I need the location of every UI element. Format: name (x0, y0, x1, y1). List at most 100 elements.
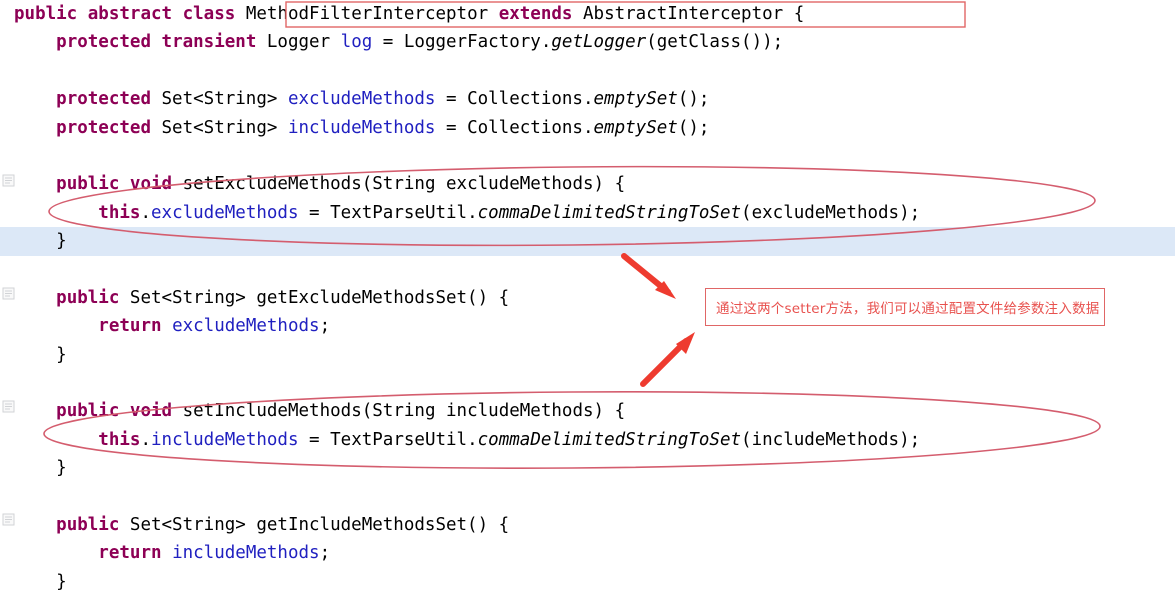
code-token-pln: = TextParseUtil. (298, 429, 478, 450)
code-token-fld: includeMethods (172, 543, 320, 564)
code-token-pln: ; (319, 543, 331, 564)
code-token-kw: public (56, 174, 120, 195)
gutter-method-marker-icon[interactable] (2, 511, 15, 526)
code-token-pln (162, 316, 173, 336)
code-token-pln (172, 4, 183, 24)
code-token-pln: } (14, 458, 67, 479)
code-line[interactable]: protected transient Logger log = LoggerF… (0, 28, 1175, 56)
code-token-kw: protected (56, 117, 151, 138)
code-token-pln (14, 174, 56, 194)
code-line[interactable] (0, 256, 1175, 284)
gutter-method-marker-icon[interactable] (2, 172, 15, 187)
code-token-pln (151, 32, 162, 52)
code-line[interactable]: this.excludeMethods = TextParseUtil.comm… (0, 199, 1175, 227)
code-line[interactable]: public Set<String> getIncludeMethodsSet(… (0, 511, 1175, 539)
code-token-kw: abstract (87, 4, 173, 24)
code-token-kw: protected (56, 32, 151, 53)
code-token-pln: (includeMethods); (741, 429, 921, 450)
code-token-kw: void (129, 401, 173, 422)
code-line[interactable]: protected Set<String> includeMethods = C… (0, 114, 1175, 142)
code-token-fld: includeMethods (151, 429, 299, 450)
code-token-pln (14, 32, 56, 52)
code-line[interactable] (0, 57, 1175, 85)
code-token-pln: = LoggerFactory. (372, 32, 552, 53)
code-token-fld: excludeMethods (172, 316, 320, 337)
code-token-pln: Set<String> (150, 89, 288, 110)
code-token-mth: commaDelimitedStringToSet (477, 202, 742, 223)
code-token-kw: public (56, 401, 120, 422)
code-line[interactable]: this.includeMethods = TextParseUtil.comm… (0, 426, 1175, 454)
code-token-mth: emptySet (593, 117, 678, 138)
code-token-pln: Set<String> getIncludeMethodsSet() { (119, 515, 510, 536)
class-declaration-box (285, 1, 966, 28)
code-token-pln (14, 288, 56, 308)
code-token-pln: . (140, 429, 151, 450)
code-token-kw: transient (161, 32, 257, 53)
arrow-to-exclude-setter-icon (621, 253, 676, 299)
gutter-method-marker-icon[interactable] (2, 285, 15, 300)
code-line[interactable]: public void setIncludeMethods(String inc… (0, 397, 1175, 425)
code-token-kw: return (98, 543, 162, 564)
code-token-kw: extends (498, 4, 573, 24)
code-token-fld: excludeMethods (287, 89, 436, 110)
code-token-kw: this (98, 202, 141, 223)
code-token-pln: (); (677, 117, 710, 138)
code-token-pln (119, 174, 130, 194)
code-token-pln (14, 118, 56, 138)
code-token-mth: emptySet (593, 89, 678, 110)
code-token-pln: (getClass()); (646, 32, 784, 53)
current-line-highlight (0, 227, 1175, 256)
code-token-pln: Logger (256, 32, 341, 53)
code-token-pln: = Collections. (435, 89, 594, 110)
code-token-kw: class (182, 4, 236, 24)
code-token-kw: return (98, 316, 162, 337)
code-token-pln: ; (319, 316, 331, 337)
code-token-pln: = Collections. (435, 117, 594, 138)
code-token-pln: setExcludeMethods(String excludeMethods)… (172, 174, 626, 195)
code-token-kw: public (56, 287, 120, 308)
code-token-kw: void (129, 174, 173, 195)
annotation-note-text: 通过这两个setter方法，我们可以通过配置文件给参数注入数据 (716, 301, 1100, 317)
code-token-pln: } (14, 344, 67, 365)
code-line[interactable]: public abstract class MethodFilterInterc… (0, 0, 1175, 28)
code-token-kw: protected (56, 89, 151, 110)
code-token-pln: (); (677, 89, 710, 110)
code-token-fld: log (340, 32, 373, 53)
code-token-fld: includeMethods (287, 117, 436, 138)
code-line[interactable]: } (0, 568, 1175, 596)
code-editor-screenshot: public abstract class MethodFilterInterc… (0, 0, 1175, 592)
code-token-pln (14, 430, 98, 450)
code-token-pln (119, 401, 130, 421)
code-line[interactable] (0, 369, 1175, 397)
code-token-pln (77, 4, 88, 24)
annotation-note-box: 通过这两个setter方法，我们可以通过配置文件给参数注入数据 (705, 288, 1105, 326)
code-token-pln (14, 543, 98, 563)
code-token-pln: AbstractInterceptor { (572, 4, 805, 24)
code-line[interactable]: protected Set<String> excludeMethods = C… (0, 85, 1175, 113)
code-token-pln: setIncludeMethods(String includeMethods)… (172, 401, 626, 422)
code-token-pln (162, 543, 173, 563)
code-line[interactable]: public void setExcludeMethods(String exc… (0, 170, 1175, 198)
code-token-kw: public (56, 515, 120, 536)
gutter-method-marker-icon[interactable] (2, 398, 15, 413)
code-token-fld: excludeMethods (151, 202, 299, 223)
include-setter-ellipse (43, 391, 1101, 469)
code-token-pln (14, 316, 98, 336)
code-token-pln (14, 401, 56, 421)
code-token-pln: MethodFilterInterceptor (235, 4, 499, 24)
code-token-pln: } (14, 571, 67, 592)
code-token-mth: getLogger (551, 32, 647, 53)
code-token-pln: Set<String> (150, 117, 288, 138)
code-token-pln (14, 515, 56, 535)
code-token-pln (14, 203, 98, 223)
code-line[interactable]: } (0, 341, 1175, 369)
arrow-to-include-setter-icon (640, 332, 695, 387)
code-token-mth: commaDelimitedStringToSet (477, 429, 742, 450)
code-line[interactable] (0, 142, 1175, 170)
code-line[interactable] (0, 483, 1175, 511)
code-line[interactable]: } (0, 454, 1175, 482)
code-token-kw: this (98, 429, 141, 450)
code-line[interactable]: return includeMethods; (0, 539, 1175, 567)
code-token-pln: (excludeMethods); (741, 202, 921, 223)
code-token-pln: = TextParseUtil. (298, 202, 478, 223)
